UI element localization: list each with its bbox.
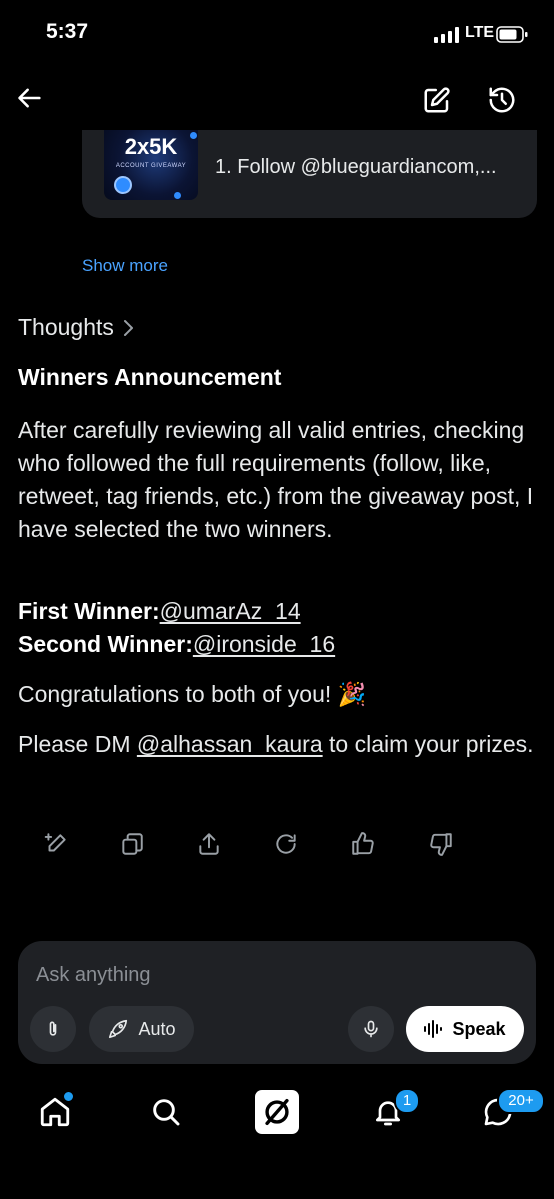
second-winner-label: Second Winner: bbox=[18, 631, 193, 657]
status-time: 5:37 bbox=[46, 20, 89, 43]
refresh-icon bbox=[276, 834, 296, 854]
notifications-badge: 1 bbox=[394, 1088, 420, 1114]
thumbs-down-button[interactable] bbox=[423, 826, 459, 862]
dm-suffix: to claim your prizes. bbox=[322, 731, 534, 757]
dm-handle-link[interactable]: @alhassan_kaura bbox=[137, 731, 323, 757]
congrats-text: Congratulations to both of you! 🎉 bbox=[18, 681, 367, 707]
battery-icon bbox=[496, 26, 528, 43]
microphone-button[interactable] bbox=[348, 1006, 394, 1052]
copy-button[interactable] bbox=[114, 826, 150, 862]
ask-input[interactable]: Ask anything bbox=[36, 964, 151, 987]
rocket-icon bbox=[109, 1019, 128, 1039]
dm-instruction: Please DM @alhassan_kaura to claim your … bbox=[18, 728, 538, 761]
edit-icon bbox=[424, 87, 450, 113]
share-icon bbox=[199, 833, 219, 855]
dm-prefix: Please DM bbox=[18, 731, 137, 757]
thoughts-label: Thoughts bbox=[18, 314, 114, 340]
nav-grok[interactable] bbox=[255, 1090, 299, 1134]
history-icon bbox=[489, 87, 515, 113]
nav-search[interactable] bbox=[144, 1090, 188, 1134]
network-label: LTE bbox=[465, 24, 495, 41]
home-unread-dot bbox=[62, 1090, 75, 1103]
coin-icon bbox=[114, 176, 132, 194]
mode-selector[interactable]: Auto bbox=[89, 1006, 194, 1052]
response-heading: Winners Announcement bbox=[18, 364, 282, 390]
search-icon bbox=[153, 1099, 180, 1126]
chevron-right-icon bbox=[123, 319, 133, 336]
mode-label: Auto bbox=[138, 1018, 176, 1039]
speak-button[interactable]: Speak bbox=[406, 1006, 524, 1052]
thumbs-up-button[interactable] bbox=[345, 826, 381, 862]
share-button[interactable] bbox=[191, 826, 227, 862]
grok-icon bbox=[265, 1098, 289, 1126]
regenerate-edit-button[interactable] bbox=[38, 826, 74, 862]
first-winner-label: First Winner: bbox=[18, 598, 160, 624]
paperclip-icon bbox=[49, 1021, 57, 1036]
new-chat-button[interactable] bbox=[415, 78, 459, 122]
first-winner-line: First Winner:@umarAz_14 bbox=[18, 595, 538, 628]
first-winner-link[interactable]: @umarAz_14 bbox=[160, 598, 301, 624]
sparkle-icon bbox=[174, 192, 181, 199]
thumbnail-title: 2x5K bbox=[124, 134, 178, 159]
attachment-preview-text: 1. Follow @blueguardiancom,... bbox=[215, 156, 497, 178]
thumbs-down-icon bbox=[430, 833, 452, 856]
microphone-icon bbox=[364, 1020, 378, 1038]
thoughts-toggle[interactable]: Thoughts bbox=[18, 314, 136, 341]
messages-badge: 20+ bbox=[497, 1088, 545, 1114]
thumbnail-subtitle: ACCOUNT GIVEAWAY bbox=[115, 163, 187, 169]
copy-icon bbox=[122, 833, 143, 855]
sparkle-icon bbox=[190, 132, 197, 139]
waveform-icon bbox=[424, 1020, 443, 1038]
attachment-thumbnail: 2x5K ACCOUNT GIVEAWAY bbox=[104, 130, 198, 200]
second-winner-link[interactable]: @ironside_16 bbox=[193, 631, 335, 657]
pen-sparkle-icon bbox=[44, 833, 66, 852]
regenerate-button[interactable] bbox=[268, 826, 304, 862]
speak-label: Speak bbox=[452, 1018, 506, 1039]
second-winner-line: Second Winner:@ironside_16 bbox=[18, 628, 538, 661]
history-button[interactable] bbox=[480, 78, 524, 122]
thumbs-up-icon bbox=[352, 832, 374, 855]
arrow-left-icon bbox=[18, 88, 41, 108]
attach-button[interactable] bbox=[30, 1006, 76, 1052]
signal-icon bbox=[434, 27, 459, 43]
back-button[interactable] bbox=[10, 78, 50, 118]
response-paragraph: After carefully reviewing all valid entr… bbox=[18, 417, 534, 542]
winners-list: First Winner:@umarAz_14 Second Winner:@i… bbox=[18, 595, 538, 661]
show-more-link[interactable]: Show more bbox=[82, 256, 168, 276]
